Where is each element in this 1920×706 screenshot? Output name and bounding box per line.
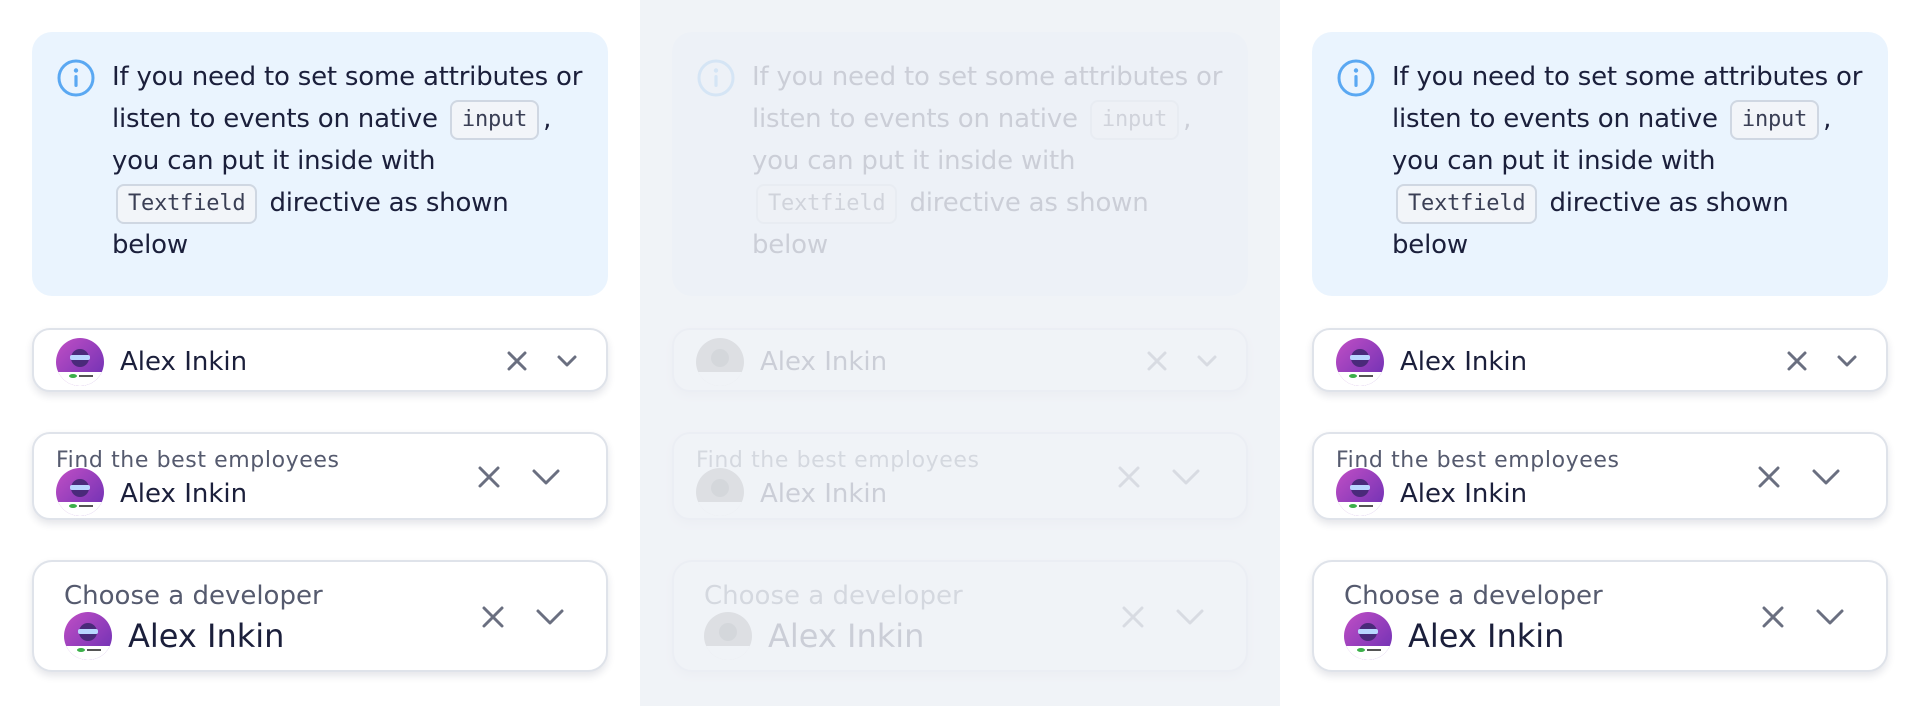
clear-icon[interactable] xyxy=(472,460,506,494)
selected-value: Alex Inkin xyxy=(1408,617,1565,655)
avatar xyxy=(56,338,104,386)
clear-icon[interactable] xyxy=(1752,460,1786,494)
variant-panel-normal-1: If you need to set some attributes or li… xyxy=(0,0,640,706)
field-label: Choose a developer xyxy=(1344,581,1603,611)
selected-value: Alex Inkin xyxy=(768,617,925,655)
notification-text: If you need to set some attributes or li… xyxy=(112,56,584,272)
employee-select-medium[interactable]: Find the best employees Alex Inkin xyxy=(32,432,608,520)
info-icon xyxy=(1336,58,1376,98)
avatar xyxy=(1344,612,1392,660)
avatar xyxy=(1336,338,1384,386)
developer-select-large[interactable]: Choose a developer Alex Inkin xyxy=(32,560,608,672)
selected-value: Alex Inkin xyxy=(120,347,248,377)
info-icon xyxy=(696,58,736,98)
chevron-down-icon xyxy=(1170,600,1210,634)
developer-select-small[interactable]: Alex Inkin xyxy=(32,328,608,392)
avatar xyxy=(696,338,744,386)
avatar xyxy=(1336,468,1384,516)
chevron-down-icon xyxy=(1190,344,1224,378)
code-input: input xyxy=(449,99,540,140)
chevron-down-icon[interactable] xyxy=(550,344,584,378)
chevron-down-icon[interactable] xyxy=(1830,344,1864,378)
variant-panel-disabled: If you need to set some attributes or li… xyxy=(640,0,1280,706)
chevron-down-icon[interactable] xyxy=(1806,460,1846,494)
chevron-down-icon[interactable] xyxy=(530,600,570,634)
chevron-down-icon xyxy=(1166,460,1206,494)
info-notification: If you need to set some attributes or li… xyxy=(1312,32,1888,296)
employee-select-medium: Find the best employees Alex Inkin xyxy=(672,432,1248,520)
avatar xyxy=(704,612,752,660)
field-label: Choose a developer xyxy=(64,581,323,611)
notification-text: If you need to set some attributes or li… xyxy=(1392,56,1864,272)
avatar xyxy=(696,468,744,516)
notification-text: If you need to set some attributes or li… xyxy=(752,56,1224,272)
chevron-down-icon[interactable] xyxy=(1810,600,1850,634)
info-notification: If you need to set some attributes or li… xyxy=(672,32,1248,296)
field-label: Choose a developer xyxy=(704,581,963,611)
developer-select-large[interactable]: Choose a developer Alex Inkin xyxy=(1312,560,1888,672)
clear-icon[interactable] xyxy=(1780,344,1814,378)
chevron-down-icon[interactable] xyxy=(526,460,566,494)
clear-icon xyxy=(1116,600,1150,634)
clear-icon xyxy=(1140,344,1174,378)
field-label: Find the best employees xyxy=(1336,448,1620,473)
developer-select-large: Choose a developer Alex Inkin xyxy=(672,560,1248,672)
employee-select-medium[interactable]: Find the best employees Alex Inkin xyxy=(1312,432,1888,520)
info-icon xyxy=(56,58,96,98)
selected-value: Alex Inkin xyxy=(128,617,285,655)
avatar xyxy=(64,612,112,660)
clear-icon[interactable] xyxy=(500,344,534,378)
field-label: Find the best employees xyxy=(56,448,340,473)
demo-stage: If you need to set some attributes or li… xyxy=(0,0,1920,706)
selected-value: Alex Inkin xyxy=(1400,347,1528,377)
code-input: input xyxy=(1729,99,1820,140)
selected-value: Alex Inkin xyxy=(760,479,888,509)
developer-select-small: Alex Inkin xyxy=(672,328,1248,392)
code-textfield: Textfield xyxy=(1396,183,1538,224)
variant-panel-normal-2: If you need to set some attributes or li… xyxy=(1280,0,1920,706)
clear-icon[interactable] xyxy=(1756,600,1790,634)
code-textfield: Textfield xyxy=(756,183,898,224)
field-label: Find the best employees xyxy=(696,448,980,473)
selected-value: Alex Inkin xyxy=(1400,479,1528,509)
clear-icon[interactable] xyxy=(476,600,510,634)
selected-value: Alex Inkin xyxy=(120,479,248,509)
clear-icon xyxy=(1112,460,1146,494)
code-textfield: Textfield xyxy=(116,183,258,224)
developer-select-small[interactable]: Alex Inkin xyxy=(1312,328,1888,392)
code-input: input xyxy=(1089,99,1180,140)
avatar xyxy=(56,468,104,516)
info-notification: If you need to set some attributes or li… xyxy=(32,32,608,296)
selected-value: Alex Inkin xyxy=(760,347,888,377)
